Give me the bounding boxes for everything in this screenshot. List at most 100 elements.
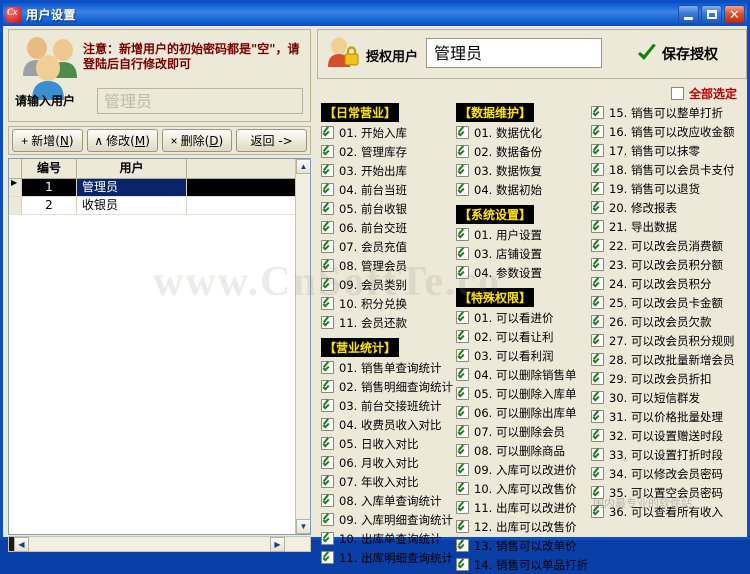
checkbox-icon[interactable] — [591, 486, 604, 499]
permission-item[interactable]: 03. 可以看利润 — [456, 346, 589, 365]
permission-item[interactable]: 13. 销售可以改单价 — [456, 536, 589, 555]
permission-item[interactable]: 04. 前台当班 — [321, 180, 454, 199]
permission-item[interactable]: 16. 销售可以改应收金额 — [591, 122, 747, 141]
permission-item[interactable]: 26. 可以改会员欠款 — [591, 312, 747, 331]
permission-item[interactable]: 21. 导出数据 — [591, 217, 747, 236]
table-row[interactable]: 2 收银员 — [9, 197, 310, 215]
checkbox-icon[interactable] — [321, 221, 334, 234]
permission-item[interactable]: 08. 管理会员 — [321, 256, 454, 275]
permission-item[interactable]: 07. 可以删除会员 — [456, 422, 589, 441]
checkbox-icon[interactable] — [321, 164, 334, 177]
checkbox-icon[interactable] — [321, 316, 334, 329]
user-grid[interactable]: 编号 用户 1 管理员 2 收银员 ▲ — [8, 158, 311, 535]
checkbox-icon[interactable] — [456, 349, 469, 362]
row-selector[interactable] — [9, 197, 22, 214]
checkbox-icon[interactable] — [591, 144, 604, 157]
checkbox-icon[interactable] — [456, 228, 469, 241]
table-row[interactable]: 1 管理员 — [9, 178, 310, 197]
checkbox-icon[interactable] — [321, 278, 334, 291]
checkbox-icon[interactable] — [321, 183, 334, 196]
checkbox-icon[interactable] — [321, 475, 334, 488]
permission-item[interactable]: 15. 销售可以整单打折 — [591, 103, 747, 122]
permission-item[interactable]: 29. 可以改会员折扣 — [591, 369, 747, 388]
permission-item[interactable]: 17. 销售可以抹零 — [591, 141, 747, 160]
close-button[interactable] — [724, 5, 745, 24]
scroll-down-icon[interactable]: ▼ — [296, 519, 310, 534]
permission-item[interactable]: 05. 可以删除入库单 — [456, 384, 589, 403]
permission-item[interactable]: 34. 可以修改会员密码 — [591, 464, 747, 483]
checkbox-icon[interactable] — [456, 266, 469, 279]
permission-item[interactable]: 33. 可以设置打折时段 — [591, 445, 747, 464]
permission-item[interactable]: 14. 销售可以单品打折 — [456, 555, 589, 574]
permission-item[interactable]: 12. 出库可以改售价 — [456, 517, 589, 536]
checkbox-icon[interactable] — [456, 463, 469, 476]
checkbox-icon[interactable] — [456, 558, 469, 571]
checkbox-icon[interactable] — [591, 353, 604, 366]
checkbox-icon[interactable] — [591, 448, 604, 461]
add-user-button[interactable]: + 新增 (N) — [12, 129, 83, 152]
permission-item[interactable]: 11. 出库明细查询统计 — [321, 548, 454, 567]
checkbox-icon[interactable] — [321, 145, 334, 158]
permission-item[interactable]: 09. 入库可以改进价 — [456, 460, 589, 479]
permission-item[interactable]: 03. 开始出库 — [321, 161, 454, 180]
checkbox-icon[interactable] — [321, 297, 334, 310]
permission-item[interactable]: 32. 可以设置赠送时段 — [591, 426, 747, 445]
checkbox-icon[interactable] — [591, 201, 604, 214]
permission-item[interactable]: 11. 出库可以改进价 — [456, 498, 589, 517]
permission-item[interactable]: 03. 数据恢复 — [456, 161, 589, 180]
checkbox-icon[interactable] — [591, 372, 604, 385]
checkbox-icon[interactable] — [456, 444, 469, 457]
checkbox-icon[interactable] — [321, 437, 334, 450]
scroll-up-icon[interactable]: ▲ — [296, 159, 310, 174]
permission-item[interactable]: 30. 可以短信群发 — [591, 388, 747, 407]
checkbox-icon[interactable] — [321, 494, 334, 507]
grid-horizontal-scrollbar[interactable]: ◀ ▶ — [8, 536, 311, 552]
checkbox-icon[interactable] — [321, 456, 334, 469]
permission-item[interactable]: 06. 月收入对比 — [321, 453, 454, 472]
checkbox-icon[interactable] — [456, 368, 469, 381]
permission-item[interactable]: 11. 会员还款 — [321, 313, 454, 332]
checkbox-icon[interactable] — [321, 361, 334, 374]
permission-item[interactable]: 03. 店铺设置 — [456, 244, 589, 263]
edit-user-button[interactable]: ∧ 修改 (M) — [86, 129, 158, 152]
checkbox-icon[interactable] — [456, 145, 469, 158]
checkbox-icon[interactable] — [456, 387, 469, 400]
checkbox-icon[interactable] — [591, 182, 604, 195]
permission-item[interactable]: 08. 入库单查询统计 — [321, 491, 454, 510]
checkbox-icon[interactable] — [591, 315, 604, 328]
maximize-button[interactable] — [701, 5, 722, 24]
permission-item[interactable]: 06. 可以删除出库单 — [456, 403, 589, 422]
permission-item[interactable]: 22. 可以改会员消费额 — [591, 236, 747, 255]
permission-item[interactable]: 19. 销售可以退货 — [591, 179, 747, 198]
checkbox-icon[interactable] — [456, 330, 469, 343]
scroll-left-icon[interactable]: ◀ — [14, 537, 29, 552]
checkbox-icon[interactable] — [321, 551, 334, 564]
row-selector[interactable] — [9, 178, 22, 196]
permission-item[interactable]: 02. 可以看让利 — [456, 327, 589, 346]
checkbox-icon[interactable] — [321, 126, 334, 139]
permission-item[interactable]: 03. 前台交接班统计 — [321, 396, 454, 415]
checkbox-icon[interactable] — [456, 425, 469, 438]
permission-item[interactable]: 31. 可以价格批量处理 — [591, 407, 747, 426]
permission-item[interactable]: 02. 数据备份 — [456, 142, 589, 161]
permission-item[interactable]: 18. 销售可以会员卡支付 — [591, 160, 747, 179]
checkbox-icon[interactable] — [591, 239, 604, 252]
checkbox-icon[interactable] — [321, 418, 334, 431]
checkbox-icon[interactable] — [456, 183, 469, 196]
save-authorization-button[interactable]: 保存授权 — [636, 40, 740, 68]
permission-item[interactable]: 05. 前台收银 — [321, 199, 454, 218]
permission-item[interactable]: 20. 修改报表 — [591, 198, 747, 217]
authorize-user-input[interactable]: 管理员 — [426, 38, 602, 68]
checkbox-icon[interactable] — [591, 429, 604, 442]
grid-vertical-scrollbar[interactable]: ▲ ▼ — [295, 159, 310, 534]
permission-item[interactable]: 10. 出库单查询统计 — [321, 529, 454, 548]
permission-item[interactable]: 04. 参数设置 — [456, 263, 589, 282]
permission-item[interactable]: 35. 可以置空会员密码 — [591, 483, 747, 502]
permission-item[interactable]: 28. 可以改批量新增会员 — [591, 350, 747, 369]
checkbox-icon[interactable] — [591, 334, 604, 347]
permission-item[interactable]: 07. 年收入对比 — [321, 472, 454, 491]
permission-item[interactable]: 01. 数据优化 — [456, 123, 589, 142]
checkbox-icon[interactable] — [591, 467, 604, 480]
checkbox-icon[interactable] — [321, 532, 334, 545]
permission-item[interactable]: 02. 销售明细查询统计 — [321, 377, 454, 396]
